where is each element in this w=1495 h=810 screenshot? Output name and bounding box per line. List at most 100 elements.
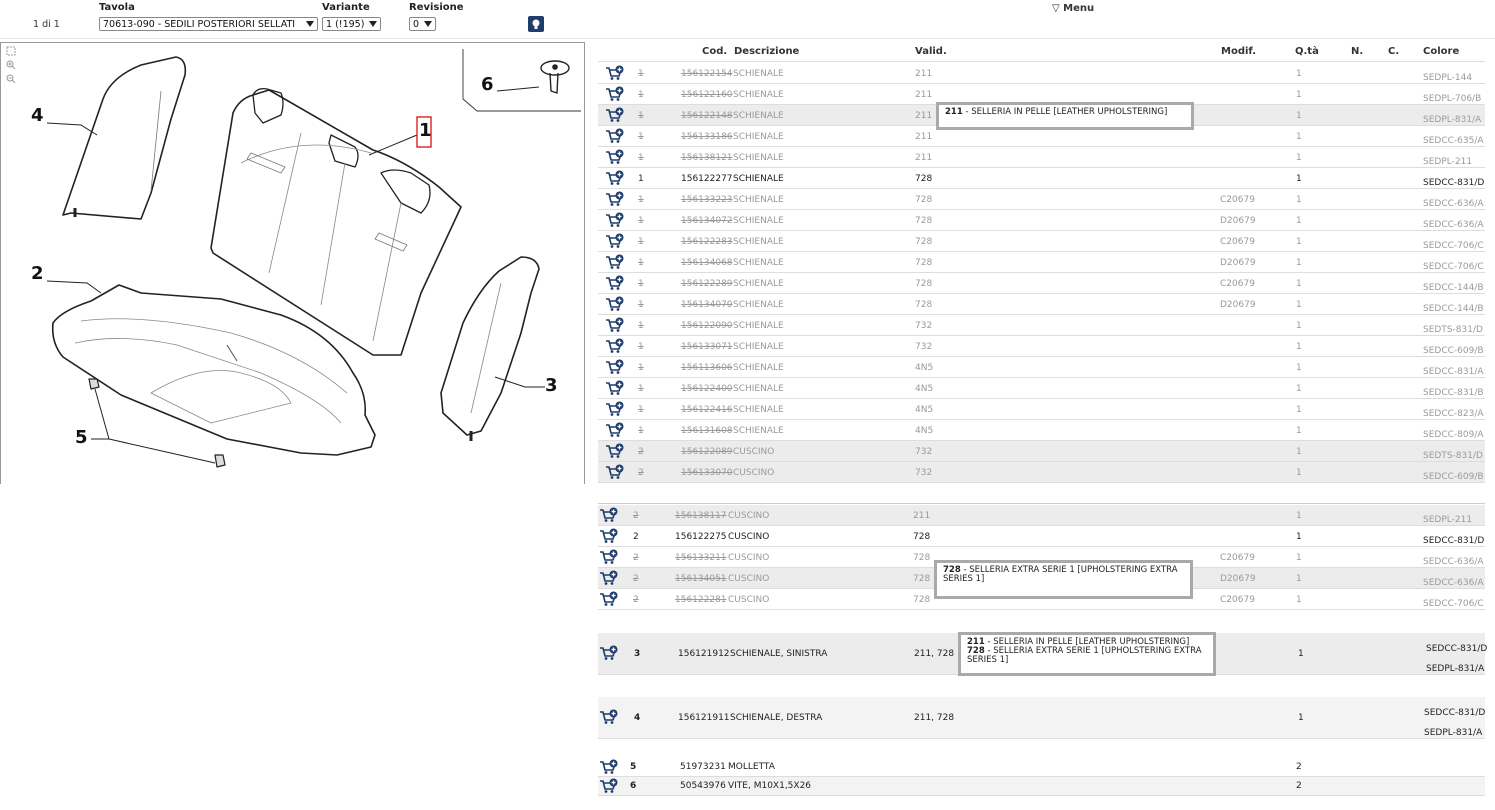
callout-3[interactable]: 3 [545,375,558,396]
part-code[interactable]: 156138121 [681,153,733,163]
add-to-cart-icon[interactable] [599,507,619,523]
part-validity[interactable]: 732 [915,447,932,457]
add-to-cart-icon[interactable] [605,422,625,438]
table-row[interactable]: 1 156122289 SCHIENALE 728 C20679 1 SEDCC-144/B [598,273,1485,294]
add-to-cart-icon[interactable] [605,464,625,480]
col-header-valid[interactable]: Valid. [915,46,947,57]
revisione-select[interactable]: 0 [409,17,436,31]
variante-select[interactable]: 1 (!195) [322,17,381,31]
table-row[interactable]: 5 51973231 MOLLETTA 2 [598,758,1485,777]
part-code[interactable]: 156122400 [681,384,733,394]
add-to-cart-icon[interactable] [605,107,625,123]
part-code[interactable]: 156122416 [681,405,733,415]
part-code[interactable]: 51973231 [680,762,726,772]
add-to-cart-icon[interactable] [599,591,619,607]
table-row[interactable]: 6 50543976 VITE, M10X1,5X26 2 [598,777,1485,796]
add-to-cart-icon[interactable] [599,570,619,586]
part-validity[interactable]: 728 [915,237,932,247]
part-code[interactable]: 156134051 [675,574,727,584]
part-code[interactable]: 156138117 [675,511,727,521]
add-to-cart-icon[interactable] [599,709,619,725]
part-validity[interactable]: 728 [915,258,932,268]
part-validity[interactable]: 211 [915,111,932,121]
table-row[interactable]: 1 156122090 SCHIENALE 732 1 SEDTS-831/D [598,315,1485,336]
part-validity[interactable]: 732 [915,321,932,331]
table-row[interactable]: 2 156133070 CUSCINO 732 1 SEDCC-609/B [598,462,1485,483]
part-validity[interactable]: 728 [915,216,932,226]
table-row[interactable]: 4 156121911 SCHIENALE, DESTRA 211, 728 1… [598,697,1485,739]
add-to-cart-icon[interactable] [605,191,625,207]
table-row[interactable]: 1 156113606 SCHIENALE 4N5 1 SEDCC-831/A [598,357,1485,378]
part-code[interactable]: 156133070 [681,468,733,478]
callout-6[interactable]: 6 [481,74,494,95]
table-row[interactable]: 2 156138117 CUSCINO 211 1 SEDPL-211 [598,505,1485,526]
part-validity[interactable]: 732 [915,468,932,478]
table-row[interactable]: 1 156134072 SCHIENALE 728 D20679 1 SEDCC-636/A [598,210,1485,231]
part-validity[interactable]: 211 [915,132,932,142]
part-validity[interactable]: 211 [915,90,932,100]
part-code[interactable]: 156133211 [675,553,727,563]
col-header-colore[interactable]: Colore [1423,46,1459,57]
callout-5[interactable]: 5 [75,427,88,448]
col-header-modif[interactable]: Modif. [1221,46,1256,57]
part-code[interactable]: 156122160 [681,90,733,100]
part-code[interactable]: 156122275 [675,532,727,542]
part-validity[interactable]: 728 [915,174,932,184]
part-validity[interactable]: 728 [913,553,930,563]
add-to-cart-icon[interactable] [605,254,625,270]
part-validity[interactable]: 211 [913,511,930,521]
table-row[interactable]: 1 156138121 SCHIENALE 211 1 SEDPL-211 [598,147,1485,168]
table-row[interactable]: 2 156122089 CUSCINO 732 1 SEDTS-831/D [598,441,1485,462]
part-validity[interactable]: 4N5 [915,363,933,373]
col-header-qta[interactable]: Q.tà [1295,46,1319,57]
col-header-c[interactable]: C. [1388,46,1399,57]
callout-4[interactable]: 4 [31,105,44,126]
part-validity[interactable]: 211, 728 [914,649,954,659]
col-header-descrizione[interactable]: Descrizione [734,46,799,57]
col-header-cod[interactable]: Cod. [702,46,727,57]
part-validity[interactable]: 728 [913,574,930,584]
add-to-cart-icon[interactable] [599,549,619,565]
part-validity[interactable]: 728 [915,300,932,310]
callout-1[interactable]: 1 [419,120,432,141]
lightbulb-button[interactable] [528,16,544,32]
add-to-cart-icon[interactable] [605,233,625,249]
part-code[interactable]: 156121911 [678,713,730,723]
part-code[interactable]: 156133186 [681,132,733,142]
table-row[interactable]: 1 156122400 SCHIENALE 4N5 1 SEDCC-831/B [598,378,1485,399]
part-code[interactable]: 156134070 [681,300,733,310]
add-to-cart-icon[interactable] [605,338,625,354]
part-code[interactable]: 156122283 [681,237,733,247]
add-to-cart-icon[interactable] [605,296,625,312]
part-code[interactable]: 156131608 [681,426,733,436]
part-validity[interactable]: 732 [915,342,932,352]
table-row[interactable]: 1 156122277 SCHIENALE 728 1 SEDCC-831/D [598,168,1485,189]
table-row[interactable]: 1 156131608 SCHIENALE 4N5 1 SEDCC-809/A [598,420,1485,441]
part-code[interactable]: 156122148 [681,111,733,121]
part-code[interactable]: 156134072 [681,216,733,226]
tavola-select[interactable]: 70613-090 - SEDILI POSTERIORI SELLATI [99,17,318,31]
add-to-cart-icon[interactable] [599,645,619,661]
add-to-cart-icon[interactable] [605,149,625,165]
part-validity[interactable]: 4N5 [915,405,933,415]
exploded-drawing[interactable]: 4 2 1 3 5 6 [0,42,585,484]
part-code[interactable]: 156134068 [681,258,733,268]
add-to-cart-icon[interactable] [605,212,625,228]
add-to-cart-icon[interactable] [605,65,625,81]
menu-toggle[interactable]: ▽ Menu [1052,3,1094,14]
part-code[interactable]: 156121912 [678,649,730,659]
add-to-cart-icon[interactable] [599,528,619,544]
part-validity[interactable]: 211, 728 [914,713,954,723]
part-validity[interactable]: 728 [915,279,932,289]
add-to-cart-icon[interactable] [605,128,625,144]
add-to-cart-icon[interactable] [599,759,619,775]
table-row[interactable]: 1 156122154 SCHIENALE 211 1 SEDPL-144 [598,63,1485,84]
part-validity[interactable]: 4N5 [915,384,933,394]
add-to-cart-icon[interactable] [599,778,619,794]
part-code[interactable]: 156122281 [675,595,727,605]
part-code[interactable]: 156122089 [681,447,733,457]
part-code[interactable]: 156133071 [681,342,733,352]
part-validity[interactable]: 728 [913,595,930,605]
part-code[interactable]: 156122090 [681,321,733,331]
part-validity[interactable]: 211 [915,69,932,79]
